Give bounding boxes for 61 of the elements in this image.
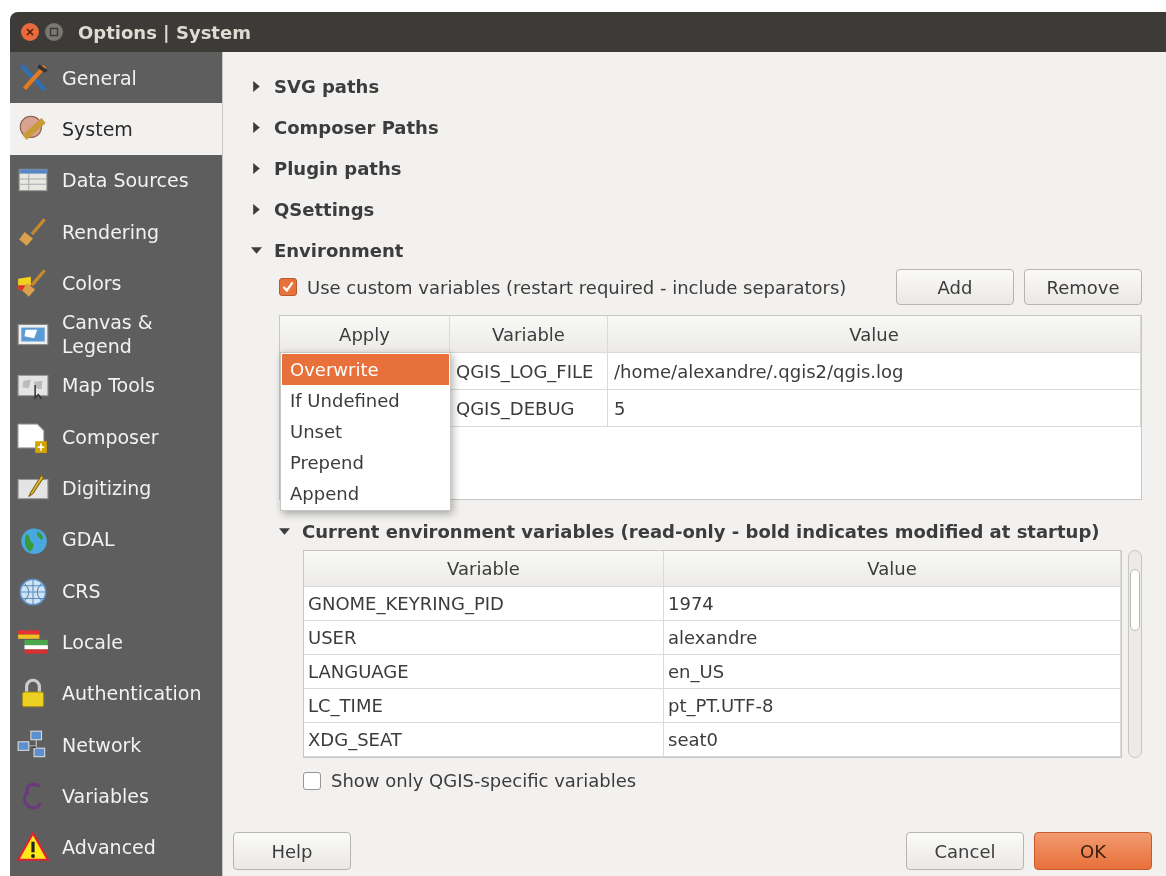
dialog-button[interactable]: OK (1034, 832, 1152, 870)
sidebar-item[interactable]: Authentication (10, 667, 222, 719)
table-cell: alexandre (664, 621, 1121, 654)
checkbox[interactable] (279, 278, 297, 296)
column-header[interactable]: Value (608, 316, 1141, 352)
checkbox-label: Show only QGIS-specific variables (331, 770, 637, 791)
dialog-button[interactable]: Remove (1024, 269, 1142, 305)
sidebar-item[interactable]: Colors (10, 257, 222, 309)
section-header[interactable]: Composer Paths (251, 107, 1142, 148)
sidebar-item[interactable]: Composer (10, 411, 222, 463)
table-cell: /home/alexandre/.qgis2/qgis.log (608, 353, 1141, 389)
scrollbar[interactable] (1128, 550, 1142, 758)
sidebar-item[interactable]: Digitizing (10, 462, 222, 514)
column-header[interactable]: Variable (450, 316, 608, 352)
table-cell: GNOME_KEYRING_PID (304, 587, 664, 620)
column-header[interactable]: Value (664, 551, 1121, 586)
sidebar-item[interactable]: Canvas & Legend (10, 308, 222, 360)
sidebar-item[interactable]: CRS (10, 564, 222, 617)
sidebar-item[interactable]: GDAL (10, 513, 222, 565)
table-cell: XDG_SEAT (304, 723, 664, 756)
checkbox[interactable] (303, 771, 321, 790)
menu-item[interactable]: Unset (282, 416, 449, 447)
menu-item[interactable]: Append (282, 478, 449, 509)
sidebar-item[interactable]: System (10, 103, 222, 155)
column-header[interactable]: Variable (304, 551, 664, 586)
expand-arrow-icon (251, 204, 262, 215)
expand-arrow-icon (251, 122, 262, 133)
dialog-button[interactable]: Help (233, 832, 351, 870)
dialog-button[interactable]: Cancel (906, 832, 1024, 870)
table-cell: 5 (608, 390, 1141, 426)
expand-arrow-icon (251, 81, 262, 92)
section-header[interactable]: Current environment variables (read-only - bold indicates modified at startup) (279, 516, 1142, 546)
window-title: Options | System (78, 21, 251, 43)
sidebar-item[interactable]: General (10, 52, 222, 104)
table-cell: LC_TIME (304, 689, 664, 722)
table-cell: pt_PT.UTF-8 (664, 689, 1121, 722)
expand-arrow-icon (251, 163, 262, 174)
minimize-icon[interactable] (44, 22, 64, 42)
sidebar-item[interactable]: Map Tools (10, 359, 222, 412)
close-icon[interactable] (20, 22, 40, 42)
sidebar-item[interactable]: Advanced (10, 821, 222, 873)
collapse-arrow-icon (279, 525, 290, 537)
checkbox-label: Use custom variables (restart required - include separators) (307, 276, 847, 298)
sidebar-item[interactable]: Data Sources (10, 154, 222, 206)
menu-item[interactable]: Prepend (282, 447, 449, 478)
table-cell: en_US (664, 655, 1121, 688)
dialog-button[interactable]: Add (896, 269, 1014, 305)
section-header[interactable]: Plugin paths (251, 148, 1142, 189)
section-header[interactable]: QSettings (251, 189, 1142, 230)
section-header[interactable]: SVG paths (251, 66, 1142, 107)
table-cell: USER (304, 621, 664, 654)
table-cell: LANGUAGE (304, 655, 664, 688)
sidebar-item[interactable]: Variables (10, 770, 222, 822)
section-header[interactable]: Environment (251, 230, 1142, 271)
collapse-arrow-icon (251, 245, 262, 256)
sidebar-item[interactable]: Network (10, 718, 222, 771)
table-cell: seat0 (664, 723, 1121, 756)
sidebar-item[interactable]: Rendering (10, 205, 222, 258)
menu-item[interactable]: If Undefined (282, 385, 449, 416)
table-cell: 1974 (664, 587, 1121, 620)
sidebar-item[interactable]: Locale (10, 616, 222, 668)
